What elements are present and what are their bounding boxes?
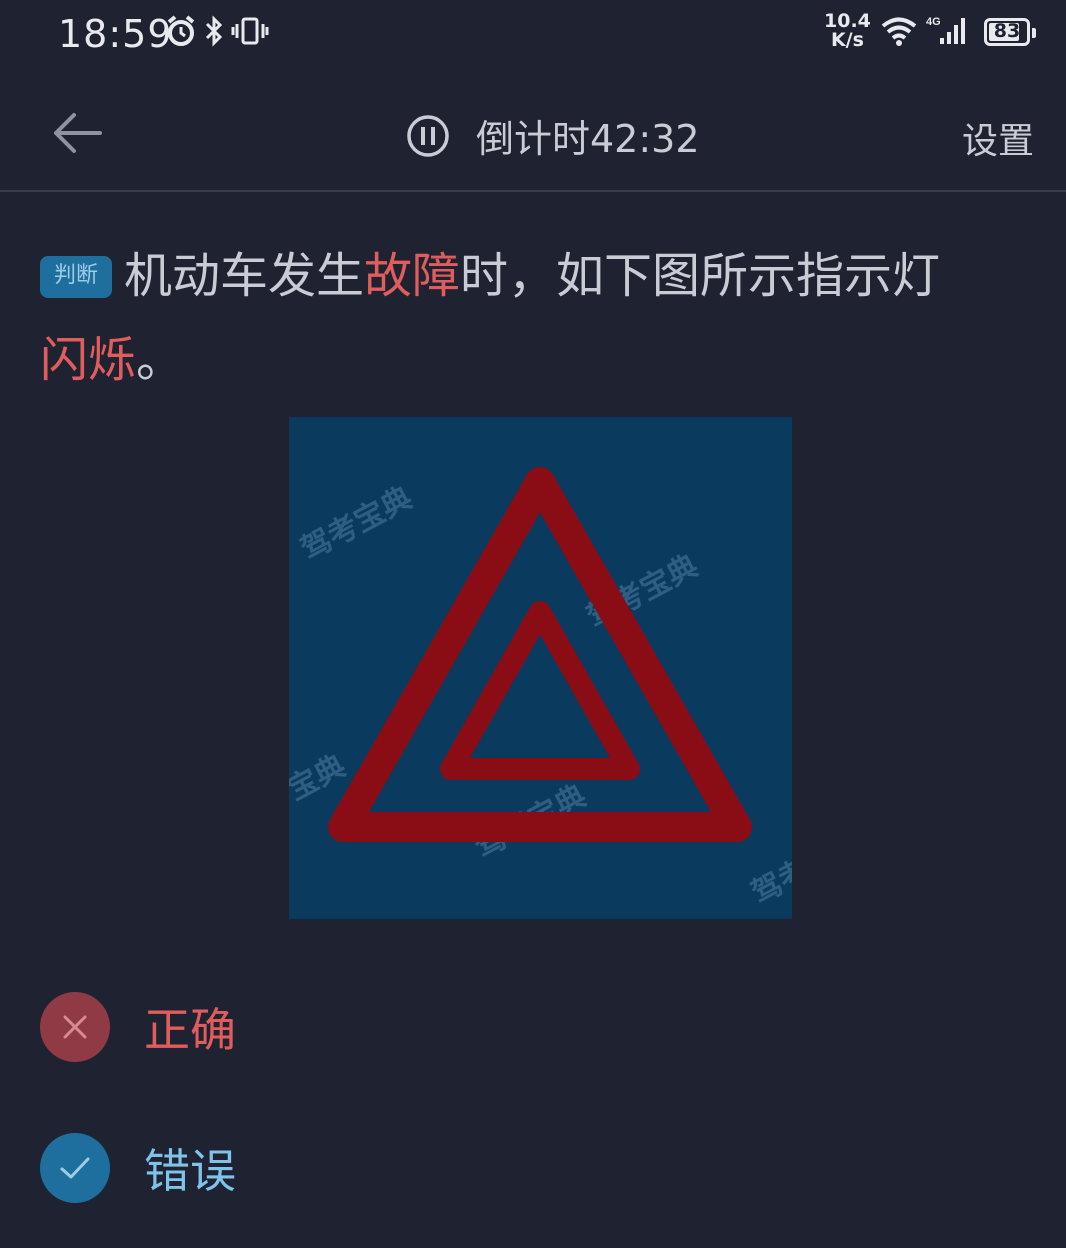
status-time: 18:59	[58, 12, 173, 56]
wrong-answer-marker	[40, 992, 110, 1062]
option-correct-statement[interactable]: 正确	[40, 992, 236, 1062]
alarm-icon	[167, 15, 195, 46]
network-speed: 10.4 K/s	[824, 12, 871, 50]
close-icon	[63, 1015, 87, 1039]
settings-button[interactable]: 设置	[962, 112, 1034, 164]
vibrate-icon	[231, 17, 269, 45]
question-text: 判断 机动车发生故障时，如下图所示指示灯闪烁。	[40, 234, 1040, 402]
network-type: 4G	[926, 16, 941, 28]
hazard-warning-triangle-icon	[328, 467, 752, 842]
countdown-timer[interactable]: 倒计时42:32	[406, 108, 700, 163]
option-wrong-statement[interactable]: 错误	[40, 1133, 236, 1203]
question-segment: 机动车发生	[124, 248, 365, 304]
correct-answer-marker	[40, 1133, 110, 1203]
back-button[interactable]	[48, 108, 108, 158]
question-segment: 。	[136, 332, 185, 388]
net-speed-unit: K/s	[830, 29, 864, 51]
check-icon	[60, 1157, 90, 1179]
battery-level: 83	[993, 20, 1021, 42]
question-highlight: 闪烁	[40, 332, 137, 388]
bluetooth-icon	[205, 15, 223, 47]
wifi-icon	[881, 17, 917, 46]
option-label: 正确	[144, 1003, 236, 1057]
question-highlight: 故障	[364, 248, 461, 304]
battery-icon: 83	[984, 18, 1036, 46]
question-type-badge: 判断	[40, 256, 113, 298]
status-bar: 18:59 10.4 K/s 4G 83	[0, 0, 1066, 72]
signal-icon: 4G	[926, 16, 965, 44]
question-segment: 时，如下图所示指示灯	[460, 248, 941, 304]
timer-label: 倒计时42:32	[476, 117, 700, 161]
option-label: 错误	[144, 1144, 236, 1198]
top-nav-bar: 倒计时42:32 设置	[0, 72, 1066, 192]
back-arrow-icon	[54, 113, 102, 153]
question-image[interactable]: 驾考宝典 驾考宝典 宝典 驾考宝典 驾考	[289, 417, 792, 919]
pause-icon[interactable]	[406, 114, 450, 158]
